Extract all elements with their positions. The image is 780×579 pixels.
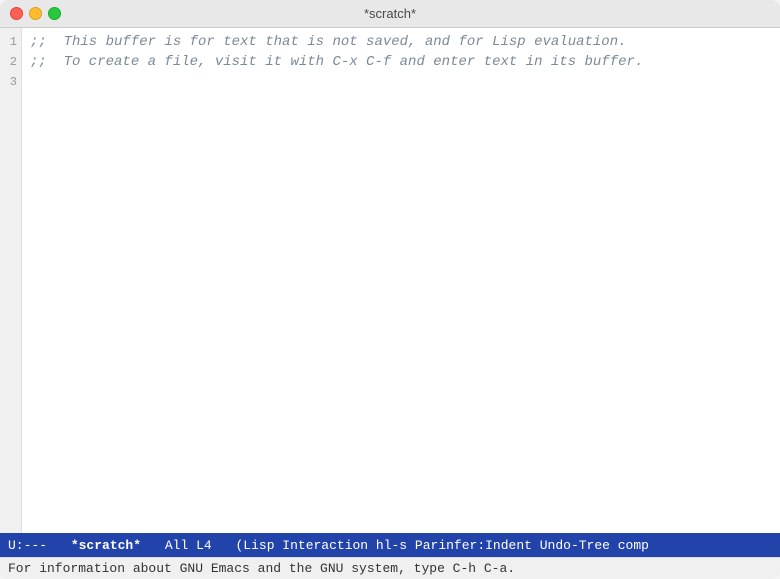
line-number-1: 1 <box>0 32 21 52</box>
line-number-3: 3 <box>0 72 21 92</box>
modeline-status: U:--- <box>8 538 47 553</box>
editor-area[interactable]: 1 2 3 ;; This buffer is for text that is… <box>0 28 780 533</box>
close-button[interactable] <box>10 7 23 20</box>
echo-area: For information about GNU Emacs and the … <box>0 557 780 579</box>
minimize-button[interactable] <box>29 7 42 20</box>
line-number-2: 2 <box>0 52 21 72</box>
line-gutter: 1 2 3 <box>0 28 22 533</box>
modeline: U:--- *scratch* All L4 (Lisp Interaction… <box>0 533 780 557</box>
code-line-1: ;; This buffer is for text that is not s… <box>30 32 772 52</box>
code-area[interactable]: ;; This buffer is for text that is not s… <box>22 28 780 533</box>
traffic-lights <box>10 7 61 20</box>
window-title: *scratch* <box>364 6 416 21</box>
echo-text: For information about GNU Emacs and the … <box>8 561 515 576</box>
maximize-button[interactable] <box>48 7 61 20</box>
code-line-2: ;; To create a file, visit it with C-x C… <box>30 52 772 72</box>
modeline-position: All L4 <box>165 538 212 553</box>
emacs-window: *scratch* 1 2 3 ;; This buffer is for te… <box>0 0 780 579</box>
code-line-3 <box>30 72 772 92</box>
modeline-mode: (Lisp Interaction hl-s Parinfer:Indent U… <box>235 538 648 553</box>
modeline-buffername: *scratch* <box>71 538 141 553</box>
titlebar: *scratch* <box>0 0 780 28</box>
